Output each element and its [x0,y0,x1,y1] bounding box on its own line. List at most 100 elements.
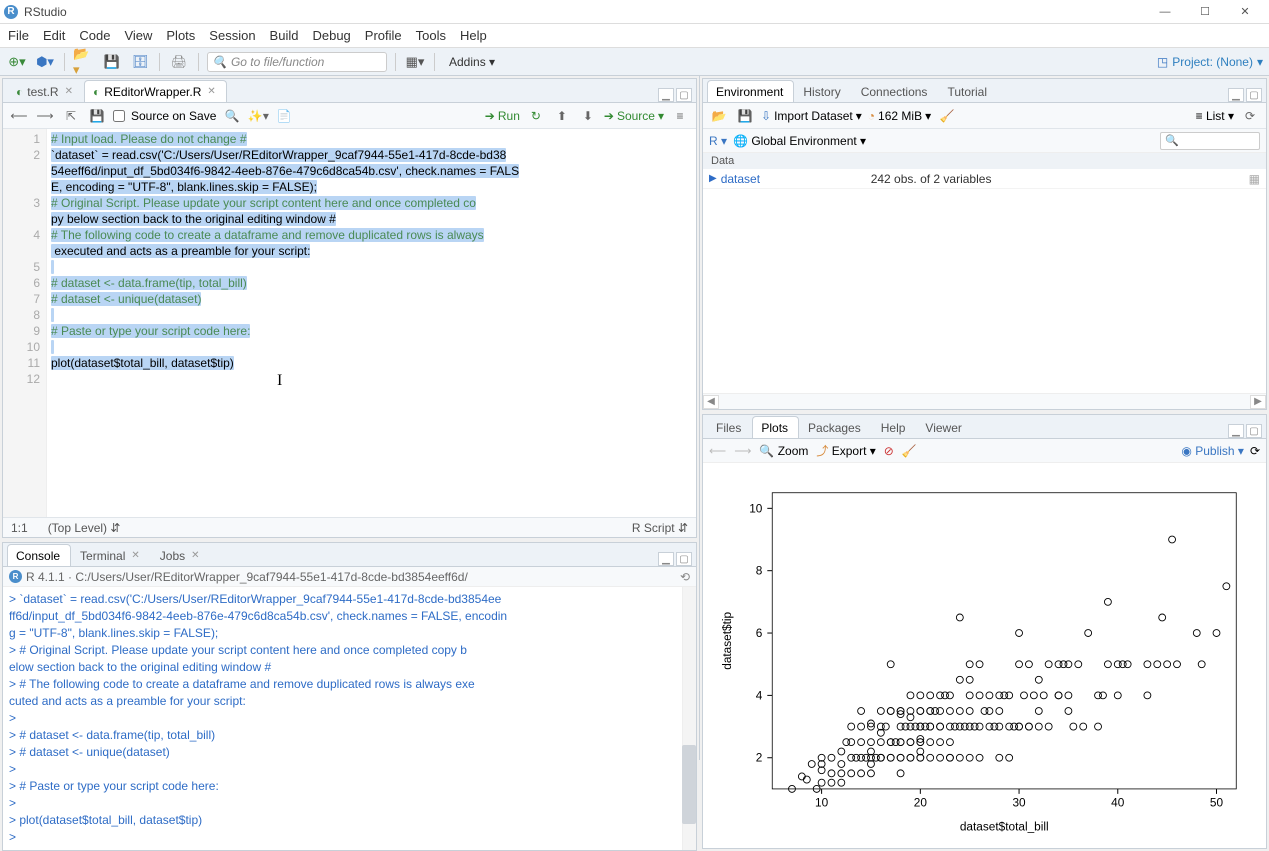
find-icon[interactable]: 🔍 [222,106,242,126]
tab-reditorwrapper-r[interactable]: ◐REditorWrapper.R✕ [84,80,227,102]
prev-plot-icon[interactable]: ⟵ [709,444,726,458]
close-icon[interactable]: ✕ [65,86,73,97]
go-up-icon[interactable]: ⬆ [552,106,572,126]
maximize-button[interactable]: ☐ [1185,0,1225,24]
menu-file[interactable]: File [8,28,29,43]
save-workspace-icon[interactable]: 💾 [735,106,755,126]
close-icon[interactable]: ✕ [191,550,199,561]
maximize-pane-icon[interactable]: ▢ [1246,424,1262,438]
clear-plots-icon[interactable]: 🧹 [902,444,917,458]
view-data-icon[interactable]: ▦ [1249,172,1260,186]
menu-code[interactable]: Code [79,28,110,43]
tab-packages[interactable]: Packages [799,416,872,438]
remove-plot-icon[interactable]: ⊘ [884,444,894,458]
project-selector[interactable]: ◳ Project: (None) ▾ [1157,55,1263,69]
env-row-dataset[interactable]: ▶ dataset 242 obs. of 2 variables ▦ [703,169,1266,189]
next-plot-icon[interactable]: ⟶ [734,444,751,458]
tab-tutorial[interactable]: Tutorial [938,80,998,102]
menu-plots[interactable]: Plots [166,28,195,43]
export-button[interactable]: ⤴ Export ▾ [816,442,875,459]
close-icon[interactable]: ✕ [207,86,215,97]
rerun-icon[interactable]: ↻ [526,106,546,126]
grid-icon[interactable]: ▦▾ [404,51,426,73]
zoom-button[interactable]: 🔍 Zoom [759,444,808,458]
import-dataset-button[interactable]: ⇩Import Dataset ▾ [761,109,862,123]
source-on-save-checkbox[interactable] [113,110,125,122]
new-file-icon[interactable]: ⊕▾ [6,51,28,73]
tab-history[interactable]: History [794,80,851,102]
save-icon[interactable]: 💾 [101,51,123,73]
scatter-plot: 1020304050246810dataset$total_billdatase… [713,473,1256,838]
tab-terminal[interactable]: Terminal✕ [71,544,151,566]
plot-canvas: 1020304050246810dataset$total_billdatase… [703,463,1266,848]
r-scope-selector[interactable]: R ▾ [709,134,727,148]
menu-edit[interactable]: Edit [43,28,65,43]
menu-session[interactable]: Session [209,28,255,43]
clear-console-icon[interactable]: ⟲ [680,570,690,584]
env-search-input[interactable] [1160,132,1260,150]
minimize-pane-icon[interactable]: ▁ [1228,88,1244,102]
minimize-pane-icon[interactable]: ▁ [658,552,674,566]
show-in-new-icon[interactable]: ⇱ [61,106,81,126]
menu-build[interactable]: Build [270,28,299,43]
tab-viewer[interactable]: Viewer [916,416,972,438]
tab-help[interactable]: Help [872,416,917,438]
maximize-pane-icon[interactable]: ▢ [1246,88,1262,102]
clear-env-icon[interactable]: 🧹 [937,106,957,126]
close-button[interactable]: ✕ [1225,0,1265,24]
svg-text:4: 4 [756,688,763,702]
save-icon[interactable]: 💾 [87,106,107,126]
close-icon[interactable]: ✕ [131,550,139,561]
print-icon[interactable]: 🖨 [168,51,190,73]
refresh-icon[interactable]: ⟳ [1250,444,1260,458]
run-button[interactable]: ➔ Run [485,109,520,123]
minimize-pane-icon[interactable]: ▁ [658,88,674,102]
maximize-pane-icon[interactable]: ▢ [676,88,692,102]
tab-console[interactable]: Console [7,544,71,566]
minimize-button[interactable]: — [1145,0,1185,24]
forward-icon[interactable]: ⟶ [35,106,55,126]
load-workspace-icon[interactable]: 📂 [709,106,729,126]
scroll-left-icon[interactable]: ◀ [703,395,719,409]
filetype-selector[interactable]: R Script ⇵ [632,521,688,535]
addins-dropdown[interactable]: Addins ▾ [443,55,501,69]
refresh-icon[interactable]: ⟳ [1240,106,1260,126]
h-scrollbar[interactable]: ◀ ▶ [703,393,1266,409]
new-project-icon[interactable]: ⬢▾ [34,51,56,73]
menu-profile[interactable]: Profile [365,28,402,43]
goto-file-input[interactable]: 🔍 Go to file/function [207,52,387,72]
main-toolbar: ⊕▾ ⬢▾ 📂▾ 💾 🗄 🖨 🔍 Go to file/function ▦▾ … [0,48,1269,76]
outline-icon[interactable]: ≡ [670,106,690,126]
console-output[interactable]: > `dataset` = read.csv('C:/Users/User/RE… [3,587,696,850]
env-scope-selector[interactable]: 🌐 Global Environment ▾ [733,134,866,148]
menu-help[interactable]: Help [460,28,487,43]
maximize-pane-icon[interactable]: ▢ [676,552,692,566]
menu-debug[interactable]: Debug [312,28,350,43]
scope-selector[interactable]: (Top Level) ⇵ [48,521,121,535]
save-all-icon[interactable]: 🗄 [129,51,151,73]
r-file-icon: ◐ [16,85,23,99]
memory-usage[interactable]: ◔162 MiB ▾ [868,109,931,123]
source-button[interactable]: ➔ Source ▾ [604,109,664,123]
menu-view[interactable]: View [124,28,152,43]
open-file-icon[interactable]: 📂▾ [73,51,95,73]
tab-jobs[interactable]: Jobs✕ [151,544,211,566]
go-down-icon[interactable]: ⬇ [578,106,598,126]
wand-icon[interactable]: ✨▾ [248,106,268,126]
menu-tools[interactable]: Tools [416,28,446,43]
expand-icon[interactable]: ▶ [709,173,717,184]
tab-plots[interactable]: Plots [752,416,799,438]
tab-files[interactable]: Files [707,416,752,438]
minimize-pane-icon[interactable]: ▁ [1228,424,1244,438]
view-mode-selector[interactable]: ≡ List ▾ [1196,109,1234,123]
code-editor[interactable]: 123456789101112 # Input load. Please do … [3,129,696,517]
report-icon[interactable]: 📄 [274,106,294,126]
publish-button[interactable]: ◉ Publish ▾ [1181,444,1244,458]
tab-test-r[interactable]: ◐test.R✕ [7,80,84,102]
scrollbar[interactable] [682,587,696,850]
tab-environment[interactable]: Environment [707,80,794,102]
tab-connections[interactable]: Connections [852,80,939,102]
back-icon[interactable]: ⟵ [9,106,29,126]
separator [434,53,435,71]
scroll-right-icon[interactable]: ▶ [1250,395,1266,409]
